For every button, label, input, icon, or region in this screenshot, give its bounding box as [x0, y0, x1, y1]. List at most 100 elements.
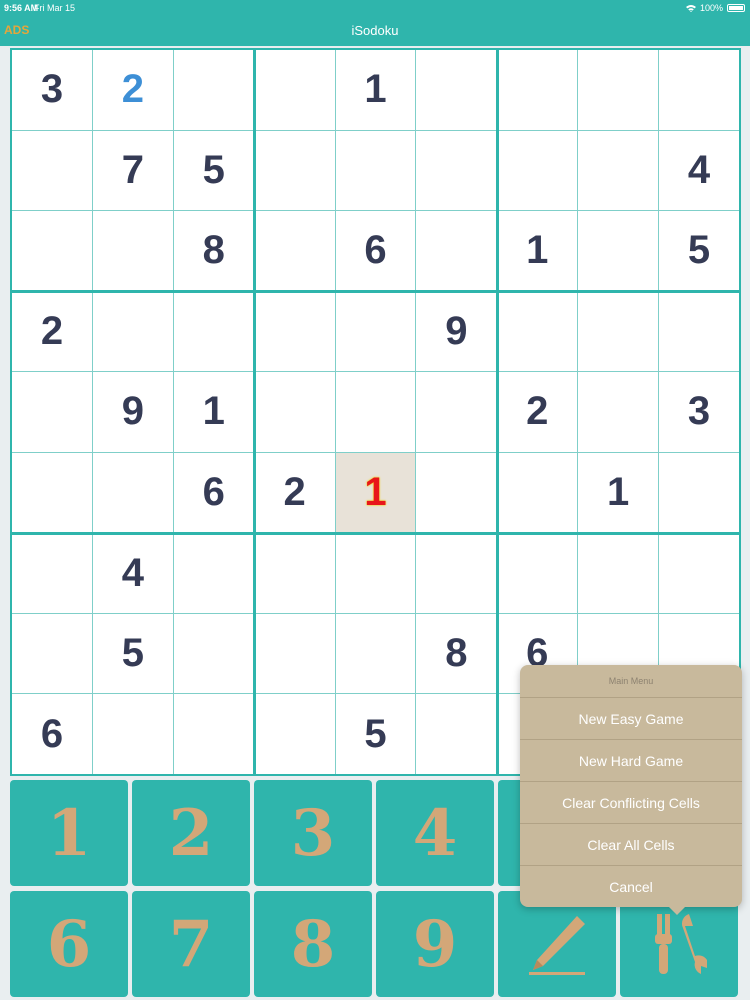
clear-all-cells-item[interactable]: Clear All Cells — [520, 823, 742, 865]
sudoku-cell[interactable]: 6 — [173, 452, 254, 533]
sudoku-cell[interactable] — [416, 372, 497, 452]
new-easy-game-item[interactable]: New Easy Game — [520, 697, 742, 739]
sudoku-cell[interactable]: 1 — [335, 452, 416, 533]
sudoku-cell[interactable] — [254, 291, 335, 372]
sudoku-cell[interactable] — [497, 130, 578, 211]
sudoku-cell[interactable]: 1 — [335, 50, 416, 130]
menu-pointer — [668, 906, 686, 915]
sudoku-cell[interactable]: 1 — [578, 452, 659, 533]
clear-conflicting-cells-item[interactable]: Clear Conflicting Cells — [520, 781, 742, 823]
sudoku-cell[interactable] — [335, 533, 416, 613]
digit-key-2[interactable]: 2 — [132, 780, 250, 886]
menu-title: Main Menu — [608, 676, 654, 686]
sudoku-cell[interactable]: 6 — [335, 211, 416, 291]
sudoku-cell[interactable]: 5 — [659, 211, 739, 291]
sudoku-cell[interactable] — [92, 452, 173, 533]
sudoku-cell[interactable] — [335, 372, 416, 452]
main-menu: Main Menu New Easy Game New Hard Game Cl… — [520, 665, 742, 907]
digit-key-3[interactable]: 3 — [254, 780, 372, 886]
sudoku-cell[interactable] — [497, 452, 578, 533]
sudoku-cell[interactable] — [416, 452, 497, 533]
sudoku-cell[interactable]: 8 — [416, 613, 497, 694]
digit-key-1[interactable]: 1 — [10, 780, 128, 886]
sudoku-cell[interactable] — [416, 694, 497, 774]
sudoku-cell[interactable]: 7 — [92, 130, 173, 211]
sudoku-cell[interactable] — [254, 50, 335, 130]
sudoku-cell[interactable] — [659, 50, 739, 130]
wifi-icon — [686, 5, 696, 12]
sudoku-cell[interactable] — [578, 211, 659, 291]
sudoku-cell[interactable] — [12, 452, 92, 533]
sudoku-cell[interactable] — [254, 130, 335, 211]
sudoku-cell[interactable]: 2 — [12, 291, 92, 372]
sudoku-cell[interactable] — [92, 291, 173, 372]
sudoku-cell[interactable]: 4 — [92, 533, 173, 613]
box-divider-horizontal — [10, 290, 741, 293]
sudoku-cell[interactable] — [254, 613, 335, 694]
new-hard-game-item[interactable]: New Hard Game — [520, 739, 742, 781]
sudoku-cell[interactable] — [416, 130, 497, 211]
sudoku-cell[interactable] — [578, 50, 659, 130]
box-divider-vertical — [253, 48, 256, 776]
status-bar: 9:56 AM Fri Mar 15 100% — [0, 0, 750, 16]
sudoku-cell[interactable]: 1 — [173, 372, 254, 452]
sudoku-cell[interactable] — [659, 452, 739, 533]
digit-key-7[interactable]: 7 — [132, 891, 250, 997]
sudoku-cell[interactable]: 6 — [12, 694, 92, 774]
pencil-icon — [529, 916, 585, 975]
sudoku-cell[interactable] — [416, 50, 497, 130]
sudoku-cell[interactable] — [173, 533, 254, 613]
sudoku-cell[interactable]: 4 — [659, 130, 739, 211]
sudoku-cell[interactable] — [416, 533, 497, 613]
nav-bar: ADS iSodoku — [0, 16, 750, 46]
sudoku-cell[interactable] — [497, 533, 578, 613]
digit-key-6[interactable]: 6 — [10, 891, 128, 997]
sudoku-cell[interactable] — [578, 372, 659, 452]
sudoku-cell[interactable] — [92, 694, 173, 774]
cancel-item[interactable]: Cancel — [520, 865, 742, 907]
sudoku-cell[interactable] — [335, 291, 416, 372]
sudoku-cell[interactable]: 3 — [659, 372, 739, 452]
sudoku-cell[interactable] — [578, 130, 659, 211]
sudoku-cell[interactable] — [12, 372, 92, 452]
sudoku-cell[interactable]: 8 — [173, 211, 254, 291]
sudoku-cell[interactable] — [12, 211, 92, 291]
sudoku-cell[interactable] — [254, 372, 335, 452]
sudoku-cell[interactable]: 2 — [254, 452, 335, 533]
sudoku-cell[interactable] — [173, 50, 254, 130]
sudoku-cell[interactable] — [416, 211, 497, 291]
digit-key-9[interactable]: 9 — [376, 891, 494, 997]
sudoku-cell[interactable] — [254, 533, 335, 613]
battery-percent: 100% — [700, 3, 724, 13]
sudoku-cell[interactable]: 9 — [92, 372, 173, 452]
sudoku-cell[interactable]: 5 — [173, 130, 254, 211]
sudoku-cell[interactable]: 2 — [92, 50, 173, 130]
sudoku-cell[interactable] — [12, 533, 92, 613]
sudoku-cell[interactable] — [659, 291, 739, 372]
sudoku-cell[interactable] — [659, 533, 739, 613]
status-date: Fri Mar 15 — [34, 3, 76, 13]
sudoku-cell[interactable] — [12, 130, 92, 211]
sudoku-cell[interactable] — [254, 694, 335, 774]
sudoku-cell[interactable]: 1 — [497, 211, 578, 291]
sudoku-cell[interactable]: 5 — [335, 694, 416, 774]
sudoku-cell[interactable] — [578, 291, 659, 372]
sudoku-cell[interactable]: 5 — [92, 613, 173, 694]
sudoku-cell[interactable] — [12, 613, 92, 694]
sudoku-cell[interactable] — [335, 130, 416, 211]
sudoku-cell[interactable] — [335, 613, 416, 694]
sudoku-cell[interactable] — [497, 291, 578, 372]
sudoku-cell[interactable] — [173, 613, 254, 694]
digit-key-8[interactable]: 8 — [254, 891, 372, 997]
sudoku-cell[interactable] — [497, 50, 578, 130]
sudoku-cell[interactable] — [173, 694, 254, 774]
sudoku-cell[interactable] — [173, 291, 254, 372]
sudoku-cell[interactable] — [92, 211, 173, 291]
sudoku-cell[interactable]: 9 — [416, 291, 497, 372]
tools-icon — [655, 914, 707, 974]
sudoku-cell[interactable] — [254, 211, 335, 291]
sudoku-cell[interactable]: 3 — [12, 50, 92, 130]
sudoku-cell[interactable]: 2 — [497, 372, 578, 452]
sudoku-cell[interactable] — [578, 533, 659, 613]
digit-key-4[interactable]: 4 — [376, 780, 494, 886]
